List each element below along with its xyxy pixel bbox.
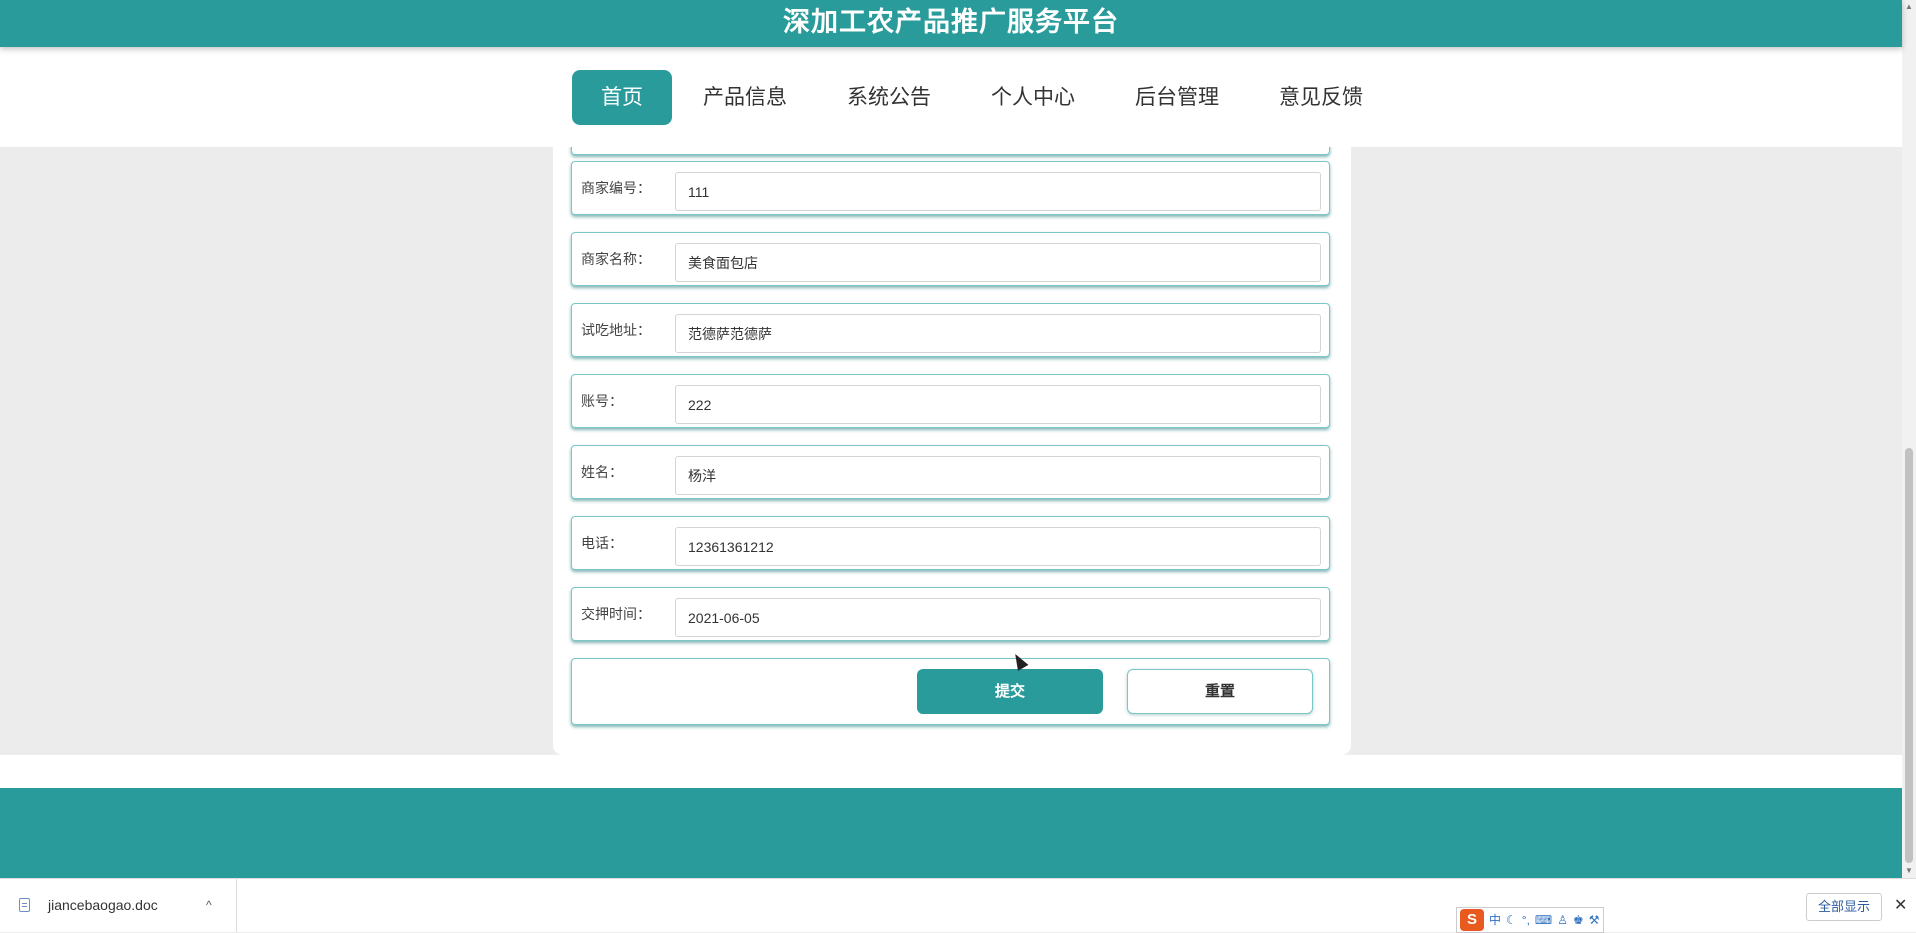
phone-label: 电话：	[581, 535, 623, 551]
deposit-time-input[interactable]	[675, 598, 1321, 637]
form-container: 商家编号： 商家名称： 试吃地址： 账号： 姓名： 电话： 交押时间： 提交 重…	[553, 133, 1351, 755]
download-file-name[interactable]: jiancebaogao.doc	[48, 879, 158, 932]
wrench-icon[interactable]: ⚒	[1589, 909, 1600, 931]
nav-menu: 首页 产品信息 系统公告 个人中心 后台管理 意见反馈	[572, 70, 1394, 125]
sogou-logo-icon[interactable]: S	[1460, 909, 1484, 931]
form-row-tasting-address: 试吃地址：	[571, 303, 1330, 357]
merchant-id-label: 商家编号：	[581, 180, 651, 196]
merchant-name-label: 商家名称：	[581, 251, 651, 267]
ime-toolbar[interactable]: S 中 ☾ °, ⌨ ♙ ♚ ⚒	[1456, 907, 1604, 933]
tasting-address-input[interactable]	[675, 314, 1321, 353]
form-actions: 提交 重置	[571, 658, 1330, 725]
top-title-bar: 深加工农产品推广服务平台	[0, 0, 1902, 47]
account-input[interactable]	[675, 385, 1321, 424]
scrollbar-thumb[interactable]	[1905, 448, 1913, 863]
show-all-button[interactable]: 全部显示	[1806, 893, 1882, 921]
tasting-address-label: 试吃地址：	[581, 322, 651, 338]
nav-item-products[interactable]: 产品信息	[674, 70, 816, 125]
nav-item-feedback[interactable]: 意见反馈	[1250, 70, 1392, 125]
close-icon[interactable]: ✕	[1894, 879, 1907, 932]
download-bar: jiancebaogao.doc ^ S 中 ☾ °, ⌨ ♙ ♚ ⚒ 全部显示…	[0, 878, 1916, 933]
name-label: 姓名：	[581, 464, 623, 480]
keyboard-icon[interactable]: ⌨	[1535, 909, 1552, 931]
form-row-phone: 电话：	[571, 516, 1330, 570]
submit-button[interactable]: 提交	[917, 669, 1103, 714]
user-icon[interactable]: ♙	[1557, 909, 1568, 931]
footer-spacer	[0, 755, 1902, 788]
form-row-deposit-time: 交押时间：	[571, 587, 1330, 641]
moon-icon[interactable]: ☾	[1506, 909, 1517, 931]
reset-button[interactable]: 重置	[1127, 669, 1313, 714]
page-scrollbar[interactable]: ▲ ▼	[1902, 0, 1916, 878]
scroll-down-arrow-icon[interactable]: ▼	[1902, 864, 1916, 878]
scroll-up-arrow-icon[interactable]: ▲	[1902, 0, 1916, 14]
punctuation-icon[interactable]: °,	[1522, 909, 1530, 931]
merchant-name-input[interactable]	[675, 243, 1321, 282]
form-row-account: 账号：	[571, 374, 1330, 428]
nav-item-home[interactable]: 首页	[572, 70, 672, 125]
navigation-bar: 首页 产品信息 系统公告 个人中心 后台管理 意见反馈	[0, 47, 1902, 147]
merchant-id-input[interactable]	[675, 172, 1321, 211]
form-row-name: 姓名：	[571, 445, 1330, 499]
document-file-icon	[19, 898, 30, 912]
form-row-merchant-name: 商家名称：	[571, 232, 1330, 286]
nav-item-admin[interactable]: 后台管理	[1106, 70, 1248, 125]
deposit-time-label: 交押时间：	[581, 606, 651, 622]
site-title: 深加工农产品推广服务平台	[783, 7, 1119, 37]
chevron-up-icon[interactable]: ^	[206, 879, 212, 932]
account-label: 账号：	[581, 393, 623, 409]
phone-input[interactable]	[675, 527, 1321, 566]
download-item[interactable]: jiancebaogao.doc ^	[0, 879, 237, 932]
shirt-icon[interactable]: ♚	[1573, 909, 1584, 931]
name-input[interactable]	[675, 456, 1321, 495]
ime-mode-indicator[interactable]: 中	[1489, 909, 1501, 931]
form-row-merchant-id: 商家编号：	[571, 161, 1330, 215]
nav-item-personal-center[interactable]: 个人中心	[962, 70, 1104, 125]
nav-item-announcements[interactable]: 系统公告	[818, 70, 960, 125]
page-footer	[0, 788, 1902, 878]
